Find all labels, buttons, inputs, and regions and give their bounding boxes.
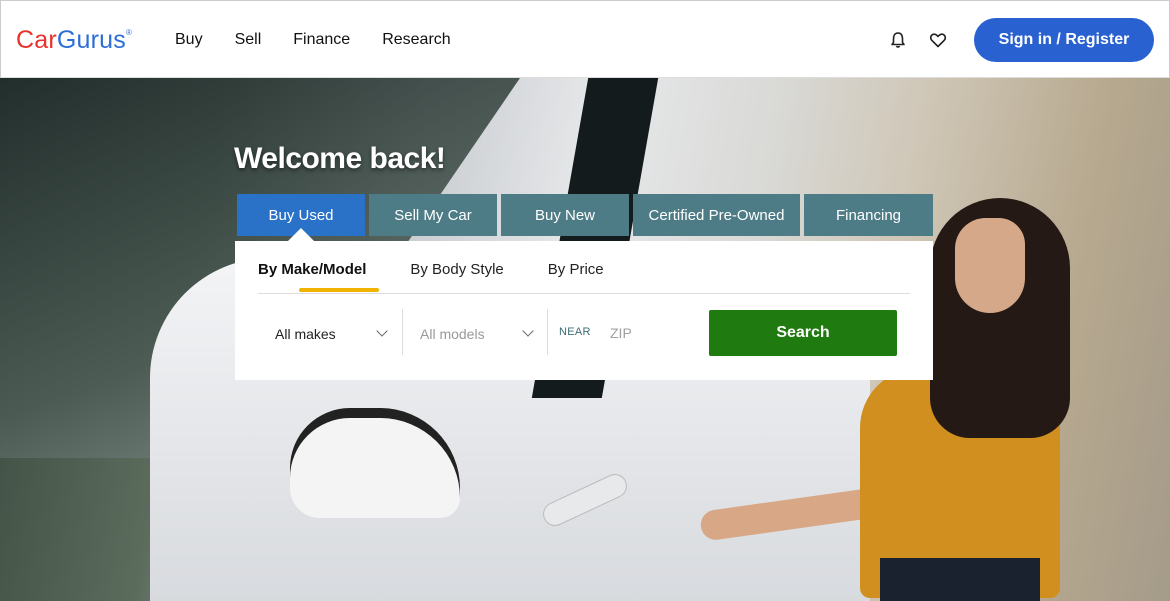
heart-icon[interactable] [929, 31, 947, 49]
tab-sell-my-car[interactable]: Sell My Car [369, 194, 497, 236]
subtab-by-price[interactable]: By Price [548, 261, 604, 278]
search-subtabs: By Make/Model By Body Style By Price [258, 261, 648, 278]
nav-buy[interactable]: Buy [175, 31, 203, 49]
bell-icon[interactable] [889, 31, 907, 49]
tab-financing[interactable]: Financing [804, 194, 933, 236]
cargurus-logo[interactable]: CarGurus® [16, 26, 132, 55]
welcome-heading: Welcome back! [234, 142, 446, 175]
make-select-value: All makes [275, 325, 336, 342]
model-chevron-down-icon [522, 325, 534, 337]
hero-photo-woman-jeans [880, 558, 1040, 601]
zip-input[interactable] [610, 319, 700, 347]
tab-certified-pre-owned[interactable]: Certified Pre-Owned [633, 194, 800, 236]
subtab-divider [258, 293, 910, 294]
field-separator [547, 309, 548, 355]
search-panel: By Make/Model By Body Style By Price All… [235, 241, 933, 380]
tab-buy-new[interactable]: Buy New [501, 194, 629, 236]
nav-finance[interactable]: Finance [293, 31, 350, 49]
logo-car-text: Car [16, 26, 57, 54]
sign-in-register-button[interactable]: Sign in / Register [974, 18, 1154, 62]
logo-gurus-text: Gurus [56, 26, 126, 54]
search-button[interactable]: Search [709, 310, 897, 356]
subtab-by-make-model[interactable]: By Make/Model [258, 261, 366, 278]
model-select[interactable]: All models [403, 311, 543, 356]
make-select[interactable]: All makes [258, 311, 398, 356]
logo-registered-mark: ® [125, 28, 133, 37]
main-nav: Buy Sell Finance Research [175, 31, 483, 49]
make-chevron-down-icon [376, 325, 388, 337]
subtab-by-body-style[interactable]: By Body Style [410, 261, 503, 278]
nav-sell[interactable]: Sell [235, 31, 262, 49]
near-label: NEAR [559, 326, 591, 338]
model-select-value: All models [420, 325, 485, 342]
site-header: CarGurus® Buy Sell Finance Research Sign… [0, 0, 1170, 78]
nav-research[interactable]: Research [382, 31, 450, 49]
active-subtab-underline [299, 288, 379, 292]
active-tab-pointer [288, 228, 314, 241]
hero-photo-woman-face [955, 218, 1025, 313]
